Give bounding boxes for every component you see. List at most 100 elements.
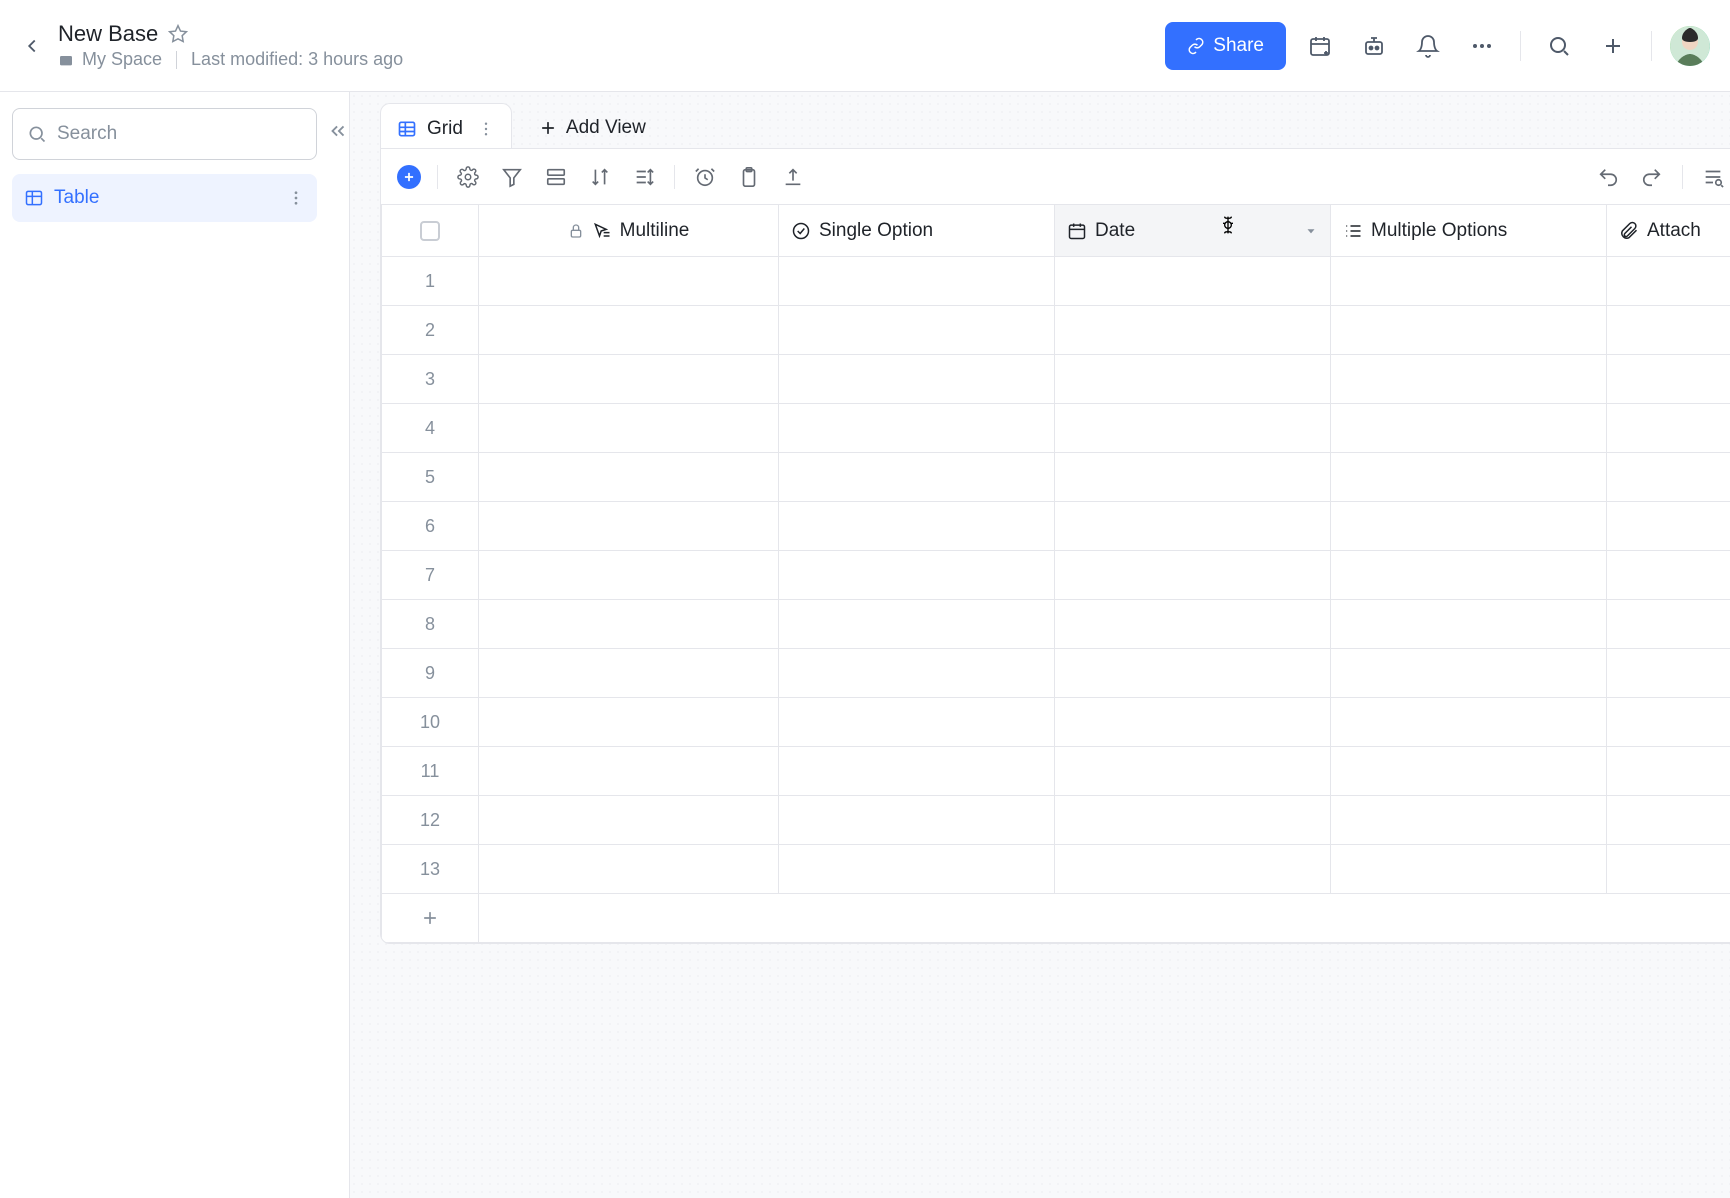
row-number[interactable]: 10 bbox=[381, 698, 479, 746]
bell-icon[interactable] bbox=[1408, 26, 1448, 66]
select-all-cell[interactable] bbox=[381, 205, 479, 256]
group-icon[interactable] bbox=[542, 163, 570, 191]
row-number[interactable]: 3 bbox=[381, 355, 479, 403]
cell[interactable] bbox=[479, 453, 779, 501]
clipboard-icon[interactable] bbox=[735, 163, 763, 191]
cell[interactable] bbox=[479, 551, 779, 599]
column-header-single-option[interactable]: Single Option bbox=[779, 205, 1055, 256]
row-number[interactable]: 6 bbox=[381, 502, 479, 550]
base-title[interactable]: New Base bbox=[58, 21, 158, 47]
cell[interactable] bbox=[779, 551, 1055, 599]
export-icon[interactable] bbox=[779, 163, 807, 191]
row-number[interactable]: 12 bbox=[381, 796, 479, 844]
cell[interactable] bbox=[779, 600, 1055, 648]
cell[interactable] bbox=[779, 698, 1055, 746]
cell[interactable] bbox=[779, 404, 1055, 452]
cell[interactable] bbox=[1331, 845, 1607, 893]
cell[interactable] bbox=[1331, 747, 1607, 795]
add-view-button[interactable]: Add View bbox=[522, 103, 662, 153]
cell[interactable] bbox=[479, 355, 779, 403]
cell[interactable] bbox=[1331, 257, 1607, 305]
cell[interactable] bbox=[479, 257, 779, 305]
settings-icon[interactable] bbox=[454, 163, 482, 191]
search-icon[interactable] bbox=[1539, 26, 1579, 66]
robot-icon[interactable] bbox=[1354, 26, 1394, 66]
avatar[interactable] bbox=[1670, 26, 1710, 66]
add-row-button[interactable] bbox=[381, 894, 479, 942]
cell[interactable] bbox=[1055, 845, 1331, 893]
row-number[interactable]: 5 bbox=[381, 453, 479, 501]
column-header-date[interactable]: Date bbox=[1055, 205, 1331, 256]
cell[interactable] bbox=[779, 453, 1055, 501]
favorite-icon[interactable] bbox=[168, 24, 188, 44]
cell[interactable] bbox=[1607, 257, 1730, 305]
find-record-icon[interactable] bbox=[1699, 163, 1727, 191]
add-record-button[interactable] bbox=[397, 165, 421, 189]
more-vertical-icon[interactable] bbox=[477, 120, 495, 138]
cell[interactable] bbox=[1331, 404, 1607, 452]
sidebar-search-input[interactable] bbox=[57, 123, 302, 145]
cell[interactable] bbox=[779, 649, 1055, 697]
cell[interactable] bbox=[1055, 698, 1331, 746]
cell[interactable] bbox=[779, 747, 1055, 795]
chevron-down-icon[interactable] bbox=[1304, 224, 1318, 238]
row-number[interactable]: 11 bbox=[381, 747, 479, 795]
cell[interactable] bbox=[479, 649, 779, 697]
row-number[interactable]: 13 bbox=[381, 845, 479, 893]
cell[interactable] bbox=[1331, 306, 1607, 354]
cell[interactable] bbox=[1331, 453, 1607, 501]
column-header-attachment[interactable]: Attach bbox=[1607, 205, 1730, 256]
reminder-icon[interactable] bbox=[691, 163, 719, 191]
cell[interactable] bbox=[1607, 796, 1730, 844]
cell[interactable] bbox=[779, 306, 1055, 354]
sort-icon[interactable] bbox=[586, 163, 614, 191]
cell[interactable] bbox=[1607, 649, 1730, 697]
cell[interactable] bbox=[1055, 257, 1331, 305]
cell[interactable] bbox=[779, 502, 1055, 550]
cell[interactable] bbox=[1055, 404, 1331, 452]
cell[interactable] bbox=[1055, 306, 1331, 354]
plus-icon[interactable] bbox=[1593, 26, 1633, 66]
cell[interactable] bbox=[1331, 600, 1607, 648]
calendar-add-icon[interactable] bbox=[1300, 26, 1340, 66]
collapse-sidebar-icon[interactable] bbox=[327, 120, 349, 1182]
cell[interactable] bbox=[479, 600, 779, 648]
sidebar-item-table[interactable]: Table bbox=[12, 174, 317, 222]
cell[interactable] bbox=[1055, 502, 1331, 550]
cell[interactable] bbox=[1607, 306, 1730, 354]
share-button[interactable]: Share bbox=[1165, 22, 1286, 70]
cell[interactable] bbox=[1607, 747, 1730, 795]
cell[interactable] bbox=[479, 796, 779, 844]
row-number[interactable]: 2 bbox=[381, 306, 479, 354]
view-tab-grid[interactable]: Grid bbox=[380, 103, 512, 153]
cell[interactable] bbox=[1331, 502, 1607, 550]
filter-icon[interactable] bbox=[498, 163, 526, 191]
cell[interactable] bbox=[1607, 502, 1730, 550]
cell[interactable] bbox=[479, 698, 779, 746]
cell[interactable] bbox=[1607, 845, 1730, 893]
undo-icon[interactable] bbox=[1594, 163, 1622, 191]
cell[interactable] bbox=[479, 404, 779, 452]
cell[interactable] bbox=[1607, 355, 1730, 403]
cell[interactable] bbox=[1331, 649, 1607, 697]
cell[interactable] bbox=[479, 306, 779, 354]
column-header-multiple-options[interactable]: Multiple Options bbox=[1331, 205, 1607, 256]
row-height-icon[interactable] bbox=[630, 163, 658, 191]
cell[interactable] bbox=[1607, 404, 1730, 452]
cell[interactable] bbox=[479, 747, 779, 795]
cell[interactable] bbox=[779, 257, 1055, 305]
row-number[interactable]: 8 bbox=[381, 600, 479, 648]
cell[interactable] bbox=[1055, 796, 1331, 844]
cell[interactable] bbox=[479, 502, 779, 550]
cell[interactable] bbox=[1055, 600, 1331, 648]
more-vertical-icon[interactable] bbox=[287, 189, 305, 207]
cell[interactable] bbox=[1331, 796, 1607, 844]
redo-icon[interactable] bbox=[1638, 163, 1666, 191]
cell[interactable] bbox=[1331, 551, 1607, 599]
cell[interactable] bbox=[779, 796, 1055, 844]
cell[interactable] bbox=[1607, 551, 1730, 599]
cell[interactable] bbox=[1331, 698, 1607, 746]
back-button[interactable] bbox=[20, 34, 44, 58]
row-number[interactable]: 1 bbox=[381, 257, 479, 305]
cell[interactable] bbox=[1055, 551, 1331, 599]
